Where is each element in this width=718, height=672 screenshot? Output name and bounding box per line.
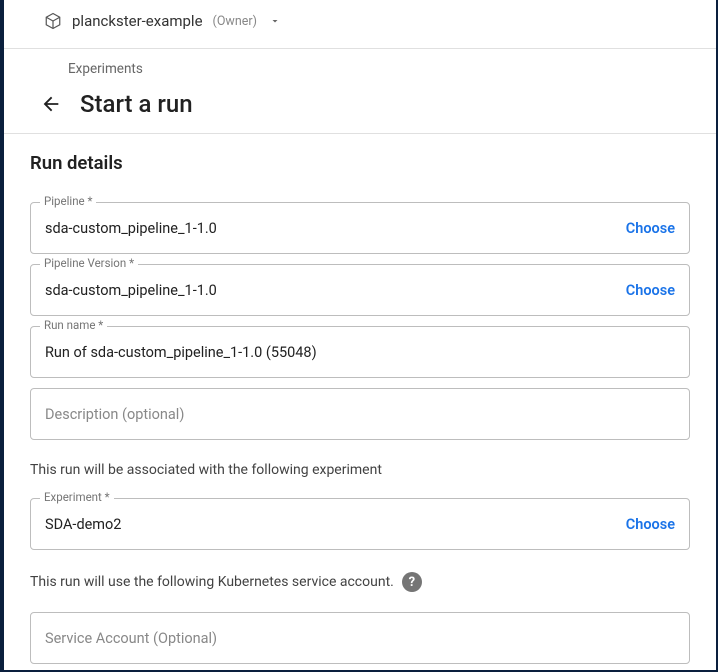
pipeline-version-value[interactable]: sda-custom_pipeline_1-1.0 xyxy=(45,282,217,299)
pipeline-field: Pipeline * sda-custom_pipeline_1-1.0 Cho… xyxy=(30,202,690,254)
run-name-input[interactable] xyxy=(45,344,675,361)
pipeline-choose-button[interactable]: Choose xyxy=(626,220,675,237)
pipeline-version-field: Pipeline Version * sda-custom_pipeline_1… xyxy=(30,264,690,316)
description-field xyxy=(30,388,690,440)
pipeline-value[interactable]: sda-custom_pipeline_1-1.0 xyxy=(45,220,217,237)
project-name[interactable]: planckster-example xyxy=(72,12,203,30)
section-title: Run details xyxy=(30,152,690,174)
experiment-field: Experiment * SDA-demo2 Choose xyxy=(30,498,690,550)
run-name-field: Run name * xyxy=(30,326,690,378)
page-title: Start a run xyxy=(80,90,193,118)
title-row: Start a run xyxy=(4,83,716,134)
helper-text-content: This run will be associated with the fol… xyxy=(30,462,382,478)
cube-icon xyxy=(44,12,62,30)
content: Run details Pipeline * sda-custom_pipeli… xyxy=(4,134,716,670)
breadcrumb[interactable]: Experiments xyxy=(4,49,716,83)
service-account-input[interactable] xyxy=(45,630,675,647)
back-arrow-icon[interactable] xyxy=(36,89,66,119)
experiment-helper-text: This run will be associated with the fol… xyxy=(30,462,690,478)
service-account-field xyxy=(30,612,690,664)
helper-text-content: This run will use the following Kubernet… xyxy=(30,574,394,590)
pipeline-version-choose-button[interactable]: Choose xyxy=(626,282,675,299)
experiment-choose-button[interactable]: Choose xyxy=(626,516,675,533)
owner-tag: (Owner) xyxy=(213,14,257,29)
field-label: Pipeline * xyxy=(40,194,96,208)
service-account-helper-text: This run will use the following Kubernet… xyxy=(30,572,690,592)
field-label: Pipeline Version * xyxy=(40,256,138,270)
chevron-down-icon[interactable] xyxy=(269,15,281,27)
experiment-value[interactable]: SDA-demo2 xyxy=(45,516,121,533)
description-input[interactable] xyxy=(45,406,675,423)
field-label: Experiment * xyxy=(40,490,114,504)
help-icon[interactable]: ? xyxy=(402,572,422,592)
field-label: Run name * xyxy=(40,318,107,332)
header: planckster-example (Owner) xyxy=(4,0,716,49)
